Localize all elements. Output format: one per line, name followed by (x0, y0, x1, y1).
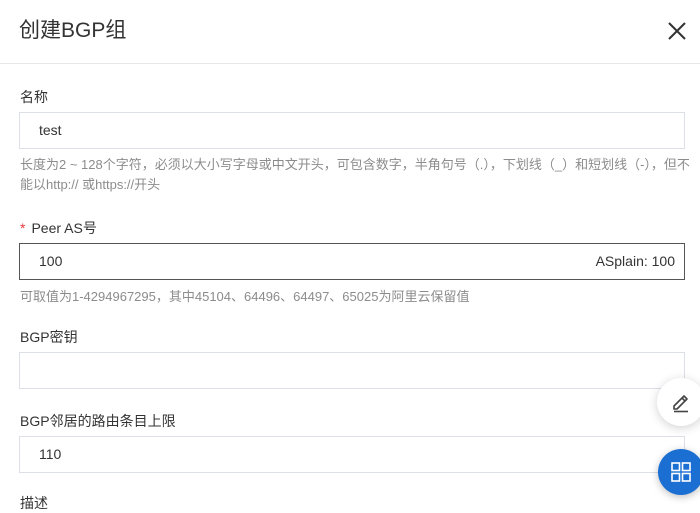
peer-as-input[interactable]: 100 ASplain: 100 (19, 243, 685, 280)
peer-as-label-text: Peer AS号 (31, 220, 97, 236)
close-icon[interactable] (664, 18, 690, 44)
route-limit-input-value: 110 (39, 446, 62, 462)
bgp-key-input[interactable] (19, 352, 685, 389)
name-help-text: 长度为2 ~ 128个字符，必须以大小写字母或中文开头，可包含数字，半角句号（.… (20, 157, 690, 192)
peer-as-input-value: 100 (39, 253, 63, 269)
apps-float-button[interactable] (658, 449, 700, 495)
edit-icon (673, 395, 688, 413)
name-label: 名称 (20, 89, 48, 105)
route-limit-input[interactable]: 110 (19, 436, 685, 473)
description-label: 描述 (20, 495, 48, 511)
route-limit-label: BGP邻居的路由条目上限 (20, 413, 176, 429)
name-input[interactable]: test (19, 112, 685, 149)
required-mark: * (20, 220, 26, 236)
peer-as-help-text: 可取值为1-4294967295，其中45104、64496、64497、650… (20, 289, 470, 304)
name-input-value: test (39, 122, 62, 138)
apps-grid-icon (671, 462, 691, 482)
asplain-suffix: ASplain: 100 (595, 253, 675, 269)
bgp-key-label: BGP密钥 (20, 329, 78, 345)
edit-float-button[interactable] (657, 378, 700, 426)
peer-as-label: * Peer AS号 (20, 218, 97, 238)
dialog-header: 创建BGP组 (0, 0, 700, 64)
dialog-title: 创建BGP组 (19, 19, 127, 42)
